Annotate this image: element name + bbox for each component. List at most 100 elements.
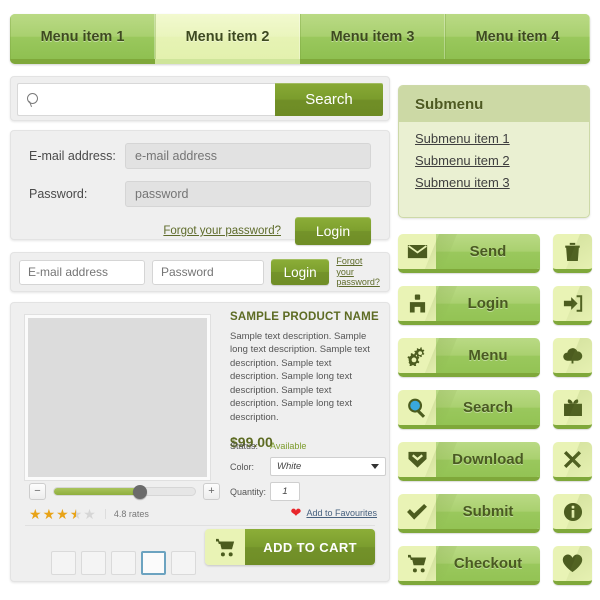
slider-track[interactable] [53, 485, 196, 499]
star-icon[interactable]: ★ [56, 507, 69, 521]
login-icon-button[interactable]: Login [398, 286, 540, 325]
password-row: Password: [29, 181, 371, 207]
slider-plus-button[interactable]: + [203, 483, 220, 500]
search-icon-button-label: Search [436, 390, 540, 425]
star-icon[interactable]: ★ [83, 507, 96, 521]
login-bar-forgot-link[interactable]: Forgot your password? [336, 256, 381, 287]
menu-icon-button[interactable]: Menu [398, 338, 540, 377]
submit-button-label: Submit [436, 494, 540, 529]
search-input-wrap[interactable] [17, 83, 275, 116]
button-grid: Send Login Menu Search Download Submit C… [398, 234, 592, 598]
search-icon [27, 92, 41, 107]
login-bar-login-button[interactable]: Login [271, 259, 330, 285]
top-menu-bar: Menu item 1 Menu item 2 Menu item 3 Menu… [10, 14, 590, 64]
menu-icon-button-label: Menu [436, 338, 540, 373]
cart-icon [205, 529, 246, 565]
heart-icon: ❤ [290, 505, 302, 520]
product-thumbnail[interactable] [171, 551, 196, 575]
submenu-item-2[interactable]: Submenu item 2 [415, 153, 589, 168]
product-thumbnail[interactable] [81, 551, 106, 575]
button-row: Search [398, 390, 592, 429]
product-image-placeholder[interactable] [25, 315, 210, 480]
status-label: Status: [230, 441, 259, 451]
login-arrow-icon-button[interactable] [553, 286, 592, 325]
submit-button[interactable]: Submit [398, 494, 540, 533]
login-bar-password-field[interactable] [152, 259, 264, 285]
magnifier-icon [398, 390, 436, 425]
product-rating: ★ ★ ★ ★ ★ 4.8 rates [29, 507, 149, 521]
close-button[interactable] [553, 442, 592, 481]
submenu-list: Submenu item 1 Submenu item 2 Submenu it… [399, 122, 589, 190]
slider-minus-button[interactable]: − [29, 483, 46, 500]
search-input[interactable] [47, 91, 275, 108]
login-bar-panel: Login Forgot your password? [10, 252, 390, 292]
submenu-item-1[interactable]: Submenu item 1 [415, 131, 589, 146]
menu-item-1-label: Menu item 1 [40, 28, 125, 45]
color-row: Color: White [230, 457, 390, 476]
menu-item-3[interactable]: Menu item 3 [300, 14, 445, 64]
email-field[interactable] [125, 143, 371, 169]
send-button[interactable]: Send [398, 234, 540, 273]
search-icon-button[interactable]: Search [398, 390, 540, 429]
add-to-favourites[interactable]: ❤ Add to Favourites [291, 506, 377, 519]
envelope-icon [398, 234, 436, 269]
product-thumbnail[interactable] [111, 551, 136, 575]
star-icon[interactable]: ★ [29, 507, 42, 521]
quantity-row: Quantity: [230, 482, 390, 501]
product-thumbnail-strip [51, 551, 196, 575]
add-to-favourites-label: Add to Favourites [306, 507, 377, 518]
color-select[interactable]: White [270, 457, 386, 476]
forgot-password-link[interactable]: Forgot your password? [163, 225, 281, 237]
favourite-button[interactable] [553, 546, 592, 585]
cloud-upload-icon-button[interactable] [553, 338, 592, 377]
button-row: Login [398, 286, 592, 325]
menu-item-4[interactable]: Menu item 4 [445, 14, 590, 64]
info-button[interactable] [553, 494, 592, 533]
quantity-stepper[interactable] [270, 482, 300, 501]
star-half-icon[interactable]: ★ [70, 507, 83, 521]
password-field[interactable] [125, 181, 371, 207]
search-button[interactable]: Search [275, 83, 383, 116]
product-thumbnail-selected[interactable] [141, 551, 166, 575]
menu-item-1[interactable]: Menu item 1 [10, 14, 155, 64]
button-row: Send [398, 234, 592, 273]
menu-item-2-label: Menu item 2 [185, 28, 270, 45]
submenu-item-3[interactable]: Submenu item 3 [415, 175, 589, 190]
search-row: Search [17, 83, 383, 116]
checkmark-icon [398, 494, 436, 529]
download-button[interactable]: Download [398, 442, 540, 481]
checkout-button[interactable]: Checkout [398, 546, 540, 585]
login-bar: Login Forgot your password? [11, 253, 389, 291]
quantity-label: Quantity: [230, 486, 267, 497]
cart-icon [398, 546, 436, 581]
trash-icon-button[interactable] [553, 234, 592, 273]
submenu-title: Submenu [399, 86, 589, 122]
menu-item-2[interactable]: Menu item 2 [155, 14, 300, 64]
menu-item-4-label: Menu item 4 [475, 28, 560, 45]
product-divider [25, 525, 375, 526]
chevron-down-icon [371, 464, 379, 469]
heart-icon [562, 554, 583, 573]
email-row: E-mail address: [29, 143, 371, 169]
product-attributes: Status: Available Color: White Quantity: [230, 441, 390, 507]
product-description: Sample text description. Sample long tex… [230, 331, 370, 423]
gift-icon-button[interactable] [553, 390, 592, 429]
checkout-button-label: Checkout [436, 546, 540, 581]
slider-knob[interactable] [132, 485, 147, 499]
product-thumbnail[interactable] [51, 551, 76, 575]
add-to-cart-button[interactable]: ADD TO CART [205, 529, 375, 565]
button-row: Checkout [398, 546, 592, 585]
button-row: Download [398, 442, 592, 481]
email-label: E-mail address: [29, 149, 116, 163]
submenu-panel: Submenu Submenu item 1 Submenu item 2 Su… [398, 85, 590, 218]
login-button[interactable]: Login [295, 217, 371, 245]
send-button-label: Send [436, 234, 540, 269]
star-icon[interactable]: ★ [43, 507, 56, 521]
login-bar-email-field[interactable] [19, 259, 145, 285]
download-badge-icon [398, 442, 436, 477]
gears-icon [398, 338, 436, 373]
trash-icon [565, 242, 580, 261]
color-select-value: White [277, 461, 302, 472]
login-form-panel: E-mail address: Password: Forgot your pa… [10, 130, 390, 245]
login-form-actions: Forgot your password? Login [29, 217, 371, 245]
